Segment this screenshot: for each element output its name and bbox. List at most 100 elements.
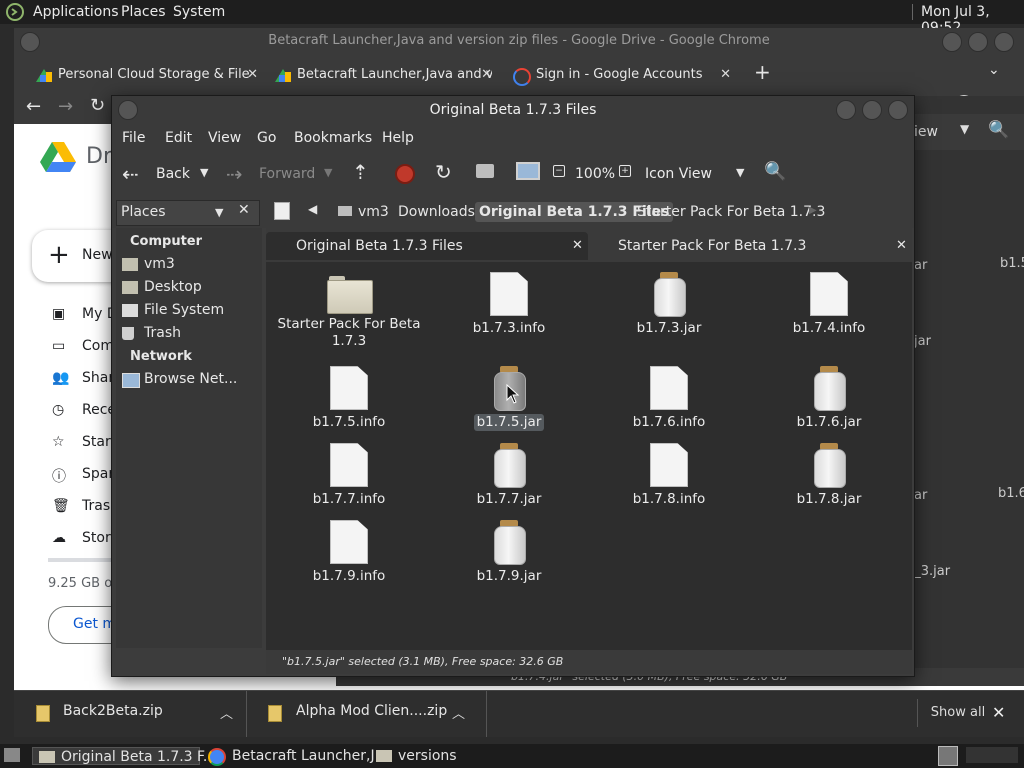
file-item[interactable]: b1.7.8.info: [594, 443, 744, 508]
fm-tab-original[interactable]: Original Beta 1.7.3 Files ✕: [266, 232, 588, 260]
back-button[interactable]: Back: [156, 166, 190, 182]
file-item[interactable]: Starter Pack For Beta 1.7.3: [274, 272, 424, 350]
show-all-downloads-button[interactable]: Show all: [917, 699, 998, 727]
nav-storage[interactable]: ☁ Stora: [44, 530, 119, 546]
chrome-tab-signin[interactable]: Sign in - Google Accounts ✕: [511, 60, 731, 90]
zoom-in-icon[interactable]: +: [619, 165, 631, 177]
breadcrumb-home[interactable]: vm3: [334, 202, 393, 222]
fm-tab-starter-pack[interactable]: Starter Pack For Beta 1.7.3 ✕: [592, 232, 910, 260]
menu-bookmarks[interactable]: Bookmarks: [294, 130, 372, 146]
workspace-switcher-empty[interactable]: [966, 747, 1018, 763]
download-item-alpha-mod[interactable]: Alpha Mod Clien....zip ︿: [248, 691, 487, 737]
bg-view-label[interactable]: iew: [914, 124, 938, 140]
file-item[interactable]: b1.7.9.info: [274, 520, 424, 585]
show-desktop-icon[interactable]: [4, 748, 20, 762]
back-arrow-icon[interactable]: ⇠: [122, 162, 139, 186]
forward-history-dropdown-icon[interactable]: ▼: [324, 166, 332, 179]
view-mode-dropdown-icon[interactable]: ▼: [736, 166, 744, 179]
chrome-tab-betacraft[interactable]: Betacraft Launcher,Java and v ✕: [273, 60, 492, 90]
fm-close-button[interactable]: [888, 100, 908, 120]
breadcrumb-starter-pack[interactable]: Starter Pack For Beta 1.7.3: [633, 202, 829, 222]
close-tab-icon[interactable]: ✕: [720, 60, 731, 90]
sidebar-item-desktop[interactable]: Desktop: [122, 279, 202, 295]
maximize-button[interactable]: [968, 32, 988, 52]
nav-computers[interactable]: ▭ Com: [44, 338, 114, 354]
computer-icon[interactable]: [516, 162, 540, 180]
menu-edit[interactable]: Edit: [165, 130, 192, 146]
sidebar-item-browse-network[interactable]: Browse Net...: [122, 371, 237, 388]
menu-go[interactable]: Go: [257, 130, 276, 146]
bg-file-label[interactable]: ar: [914, 488, 927, 503]
fm-maximize-button[interactable]: [862, 100, 882, 120]
file-item[interactable]: b1.7.7.jar: [434, 443, 584, 508]
file-item[interactable]: b1.7.8.jar: [754, 443, 904, 508]
back-history-dropdown-icon[interactable]: ▼: [200, 166, 208, 179]
bg-file-label[interactable]: b1.5: [1000, 256, 1024, 271]
file-item[interactable]: b1.7.6.jar: [754, 366, 904, 431]
close-button[interactable]: [994, 32, 1014, 52]
close-tab-icon[interactable]: ✕: [247, 60, 258, 90]
bg-search-icon[interactable]: 🔍: [988, 120, 1009, 140]
bg-file-label[interactable]: jar: [914, 334, 931, 349]
file-item[interactable]: b1.7.3.info: [434, 272, 584, 337]
fm-minimize-button[interactable]: [836, 100, 856, 120]
file-item[interactable]: b1.7.3.jar: [594, 272, 744, 337]
zoom-level[interactable]: 100%: [575, 166, 615, 182]
new-tab-button[interactable]: +: [754, 60, 771, 84]
file-item[interactable]: b1.7.6.info: [594, 366, 744, 431]
sidebar-item-trash[interactable]: Trash: [122, 325, 181, 341]
window-menu-button[interactable]: [20, 32, 40, 52]
close-tab-icon[interactable]: ✕: [572, 232, 583, 260]
close-tab-icon[interactable]: ✕: [896, 232, 907, 260]
zoom-out-icon[interactable]: −: [553, 165, 565, 177]
breadcrumb-right-icon[interactable]: ▶: [809, 205, 817, 216]
sidebar-item-vm3[interactable]: vm3: [122, 256, 175, 272]
search-icon[interactable]: 🔍: [764, 161, 786, 182]
reload-icon[interactable]: ↻: [90, 95, 105, 116]
file-item[interactable]: b1.7.7.info: [274, 443, 424, 508]
chevron-up-icon[interactable]: ︿: [220, 703, 233, 722]
up-arrow-icon[interactable]: ⇡: [352, 160, 369, 184]
view-mode-select[interactable]: Icon View: [645, 166, 712, 182]
nav-shared[interactable]: 👥 Shar: [44, 370, 114, 386]
home-icon[interactable]: [476, 164, 494, 178]
breadcrumb-downloads[interactable]: Downloads: [394, 202, 479, 222]
file-item[interactable]: b1.7.9.jar: [434, 520, 584, 585]
reload-icon[interactable]: ↻: [435, 160, 452, 184]
menu-help[interactable]: Help: [382, 130, 414, 146]
nav-starred[interactable]: ☆ Starr: [44, 434, 116, 450]
taskbar-item-file-manager[interactable]: Original Beta 1.7.3 F...: [32, 747, 216, 765]
back-arrow-icon[interactable]: ←: [26, 96, 41, 117]
system-menu[interactable]: System: [173, 4, 225, 20]
bg-file-label[interactable]: b1.6: [998, 486, 1024, 501]
menu-file[interactable]: File: [122, 130, 145, 146]
applications-menu[interactable]: Applications: [33, 4, 119, 20]
minimize-button[interactable]: [942, 32, 962, 52]
nav-spam[interactable]: ⓘ Spar: [44, 466, 114, 485]
close-tab-icon[interactable]: ✕: [481, 60, 492, 90]
close-sidebar-icon[interactable]: ✕: [238, 202, 250, 218]
file-item[interactable]: b1.7.4.info: [754, 272, 904, 337]
file-item[interactable]: b1.7.5.info: [274, 366, 424, 431]
fm-window-menu-button[interactable]: [118, 100, 138, 120]
edit-location-icon[interactable]: [274, 202, 290, 220]
workspace-switcher-icon[interactable]: [938, 746, 958, 766]
nav-trash[interactable]: 🗑 Trasl: [44, 498, 114, 514]
nav-my-drive[interactable]: ▣ My D: [44, 306, 118, 322]
places-menu[interactable]: Places: [121, 4, 166, 20]
bg-file-label[interactable]: ar: [914, 258, 927, 273]
taskbar-item-versions[interactable]: versions: [374, 747, 494, 765]
taskbar-item-chrome[interactable]: Betacraft Launcher,J...: [206, 747, 388, 766]
breadcrumb-left-icon[interactable]: ◀: [308, 202, 317, 216]
forward-arrow-icon[interactable]: ⇢: [226, 162, 243, 186]
menu-view[interactable]: View: [208, 130, 241, 146]
nav-recent[interactable]: ◷ Rece: [44, 402, 116, 418]
sidebar-item-file-system[interactable]: File System: [122, 302, 224, 318]
forward-arrow-icon[interactable]: →: [58, 96, 73, 117]
tab-search-chevron-icon[interactable]: ⌄: [988, 62, 1000, 78]
stop-icon[interactable]: [395, 164, 415, 184]
bg-dropdown-icon[interactable]: ▼: [960, 122, 969, 136]
chevron-up-icon[interactable]: ︿: [452, 703, 465, 722]
close-download-bar-icon[interactable]: ✕: [992, 703, 1005, 722]
forward-button[interactable]: Forward: [259, 166, 315, 182]
